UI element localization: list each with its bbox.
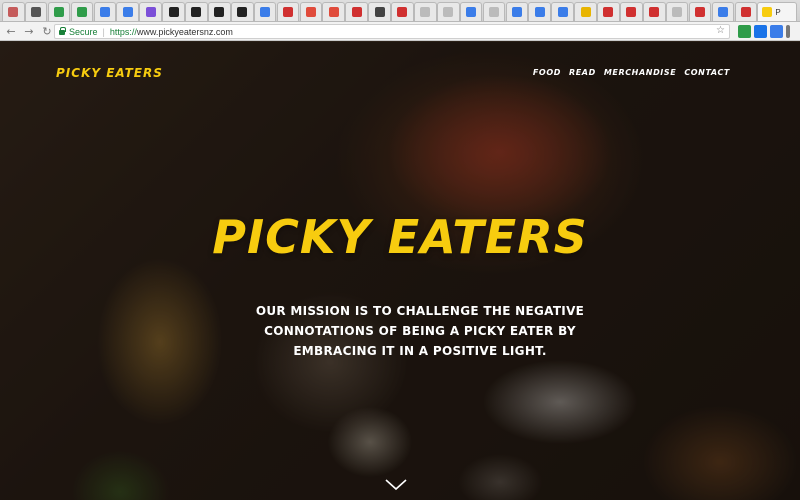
favicon-icon — [695, 7, 706, 17]
favicon-icon — [214, 7, 225, 17]
back-icon[interactable]: ← — [4, 24, 18, 38]
browser-tab[interactable] — [24, 2, 48, 21]
browser-tab[interactable] — [551, 2, 574, 21]
nav-item-merchandise[interactable]: MERCHANDISE — [604, 68, 676, 77]
browser-tab[interactable] — [70, 2, 94, 21]
browser-tab[interactable] — [208, 2, 231, 21]
favicon-icon — [191, 7, 202, 17]
browser-tab[interactable] — [620, 2, 643, 21]
favicon-icon — [557, 7, 568, 17]
favicon-icon — [54, 7, 65, 17]
favicon-icon — [76, 7, 87, 17]
browser-tab[interactable] — [299, 2, 323, 21]
extension-icon[interactable] — [738, 25, 751, 38]
browser-tab[interactable] — [93, 2, 117, 21]
favicon-icon — [351, 7, 362, 17]
favicon-icon — [649, 7, 660, 17]
browser-tab[interactable] — [597, 2, 620, 21]
favicon-icon — [305, 7, 316, 17]
favicon-icon — [145, 7, 156, 17]
browser-tab[interactable] — [185, 2, 208, 21]
favicon-icon — [672, 7, 683, 17]
favicon-icon — [99, 7, 110, 17]
browser-tab[interactable] — [276, 2, 300, 21]
favicon-icon — [282, 7, 293, 17]
browser-tab[interactable] — [482, 2, 506, 21]
favicon-icon — [237, 7, 248, 17]
forward-icon[interactable]: → — [22, 24, 36, 38]
nav-item-contact[interactable]: CONTACT — [684, 68, 730, 77]
favicon-icon — [420, 7, 431, 17]
favicon-icon — [168, 7, 179, 17]
main-nav: FOOD READ MERCHANDISE CONTACT — [533, 68, 730, 77]
favicon-icon — [31, 7, 42, 17]
browser-tab[interactable] — [436, 2, 460, 21]
favicon-icon — [374, 7, 385, 17]
cast-icon[interactable] — [754, 25, 767, 38]
browser-tab[interactable] — [116, 2, 140, 21]
browser-tab[interactable] — [253, 2, 277, 21]
hero-section: PICKY EATERS FOOD READ MERCHANDISE CONTA… — [0, 42, 800, 500]
browser-tab[interactable] — [322, 2, 346, 21]
url-host: www.pickyeatersnz.com — [136, 26, 233, 37]
browser-tab[interactable] — [162, 2, 185, 21]
browser-tab[interactable] — [688, 2, 712, 21]
browser-toolbar: ← → ↻ Secure | https:// www.pickyeatersn… — [0, 22, 800, 41]
favicon-icon — [603, 7, 614, 17]
hero-title: PICKY EATERS — [212, 210, 588, 264]
browser-tab[interactable] — [414, 2, 437, 21]
browser-tab[interactable] — [139, 2, 162, 21]
favicon-icon — [328, 7, 339, 17]
url-separator: | — [102, 26, 105, 37]
browser-tab[interactable] — [734, 2, 758, 21]
browser-tab[interactable] — [505, 2, 529, 21]
browser-tab-active[interactable]: P — [757, 2, 798, 21]
address-bar[interactable]: Secure | https:// www.pickyeatersnz.com … — [54, 24, 730, 39]
favicon-icon — [580, 7, 591, 17]
browser-tab[interactable] — [2, 2, 25, 21]
favicon-icon — [122, 7, 133, 17]
favicon-icon — [740, 7, 751, 17]
browser-tab[interactable] — [47, 2, 71, 21]
url-scheme: https:// — [109, 26, 137, 37]
secure-label: Secure — [69, 26, 98, 37]
bookmark-star-icon[interactable]: ☆ — [716, 25, 725, 36]
favicon-icon — [466, 7, 477, 17]
browser-tab[interactable] — [711, 2, 735, 21]
favicon-icon — [8, 7, 19, 17]
favicon-icon — [260, 7, 271, 17]
tab-strip: P — [0, 0, 800, 22]
browser-tab[interactable] — [528, 2, 552, 21]
browser-tab[interactable] — [642, 2, 666, 21]
favicon-icon — [534, 7, 545, 17]
menu-icon[interactable] — [786, 25, 790, 38]
nav-item-food[interactable]: FOOD — [533, 68, 561, 77]
favicon-icon — [762, 7, 773, 17]
favicon-icon — [397, 7, 408, 17]
site-logo[interactable]: PICKY EATERS — [56, 66, 163, 80]
favicon-icon — [489, 7, 499, 17]
browser-tab[interactable] — [391, 2, 414, 21]
browser-tab[interactable] — [345, 2, 368, 21]
browser-tab[interactable] — [368, 2, 391, 21]
favicon-icon — [511, 7, 522, 17]
extension-icon[interactable] — [770, 25, 783, 38]
tab-title: P — [775, 7, 781, 17]
browser-tab[interactable] — [230, 2, 254, 21]
chevron-down-icon[interactable] — [384, 478, 408, 492]
reload-icon[interactable]: ↻ — [40, 24, 54, 38]
browser-tab[interactable] — [459, 2, 483, 21]
mission-statement: OUR MISSION IS TO CHALLENGE THE NEGATIVE… — [255, 304, 585, 358]
favicon-icon — [443, 7, 454, 17]
nav-item-read[interactable]: READ — [569, 68, 596, 77]
favicon-icon — [626, 7, 637, 17]
browser-tab[interactable] — [574, 2, 597, 21]
browser-tab[interactable] — [665, 2, 689, 21]
lock-icon — [59, 27, 66, 35]
favicon-icon — [717, 7, 728, 17]
